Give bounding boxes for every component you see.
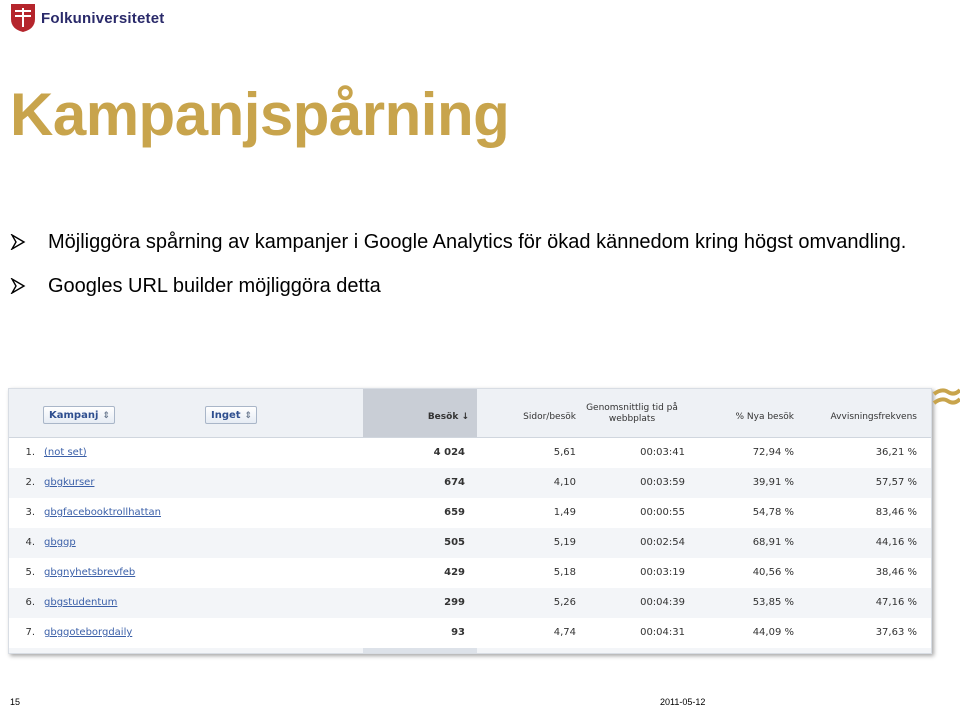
avg-time-value: 00:04:31 [640,627,685,638]
arrowhead-bullet-icon [10,228,48,258]
new-visits-value: 44,09 % [752,627,794,638]
visits-value: 429 [444,567,465,578]
avg-time-value: 00:00:55 [640,507,685,518]
visits-value: 4 024 [433,447,465,458]
bullet-text: Möjliggöra spårning av kampanjer i Googl… [48,231,907,253]
header-pages[interactable]: Sidor/besök [489,412,576,423]
sort-down-arrow-icon: ↓ [461,412,469,422]
avg-time-value: 00:04:39 [640,597,685,608]
header-new-visits[interactable]: % Nya besök [699,412,794,423]
header-visits-label: Besök [427,412,459,422]
bullet-text: Googles URL builder möjliggöra detta [48,275,381,297]
campaign-link[interactable]: (not set) [44,447,87,459]
dimension-select-label: Kampanj [49,410,99,421]
bullet-item: Möjliggöra spårning av kampanjer i Googl… [10,228,910,258]
header-avg-time-line1: Genomsnittlig tid på [586,403,678,413]
header-bounce-rate[interactable]: Avvisningsfrekvens [799,412,917,423]
campaign-link[interactable]: gbgnyhetsbrevfeb [44,567,135,579]
row-number: 2. [25,477,35,488]
table-row: 5. gbgnyhetsbrevfeb 429 5,18 00:03:19 40… [9,558,931,589]
row-number: 4. [25,537,35,548]
bullet-list: Möjliggöra spårning av kampanjer i Googl… [10,228,910,316]
slide-date: 2011-05-12 [660,697,706,707]
select-chevron-icon: ⇕ [244,411,252,421]
bounce-rate-value: 36,21 % [875,447,917,458]
secondary-dimension-select[interactable]: Inget ⇕ [205,406,257,424]
pages-value: 5,61 [553,447,576,458]
table-row: 6. gbgstudentum 299 5,26 00:04:39 53,85 … [9,588,931,619]
table-row: 4. gbggp 505 5,19 00:02:54 68,91 % 44,16… [9,528,931,559]
dimension-select[interactable]: Kampanj ⇕ [43,406,115,424]
campaign-link[interactable]: gbgkurser [44,477,94,489]
visits-value: 93 [451,627,465,638]
bounce-rate-value: 57,57 % [875,477,917,488]
new-visits-value: 54,78 % [752,507,794,518]
row-number: 7. [25,627,35,638]
pages-value: 1,49 [553,507,576,518]
visits-value: 659 [444,507,465,518]
header-avg-time-line2: webbplats [608,414,656,424]
row-number: 6. [25,597,35,608]
new-visits-value: 72,94 % [752,447,794,458]
visits-value: 674 [444,477,465,488]
brand-name: Folkuniversitetet [41,9,165,27]
avg-time-value: 00:03:19 [640,567,685,578]
avg-time-value: 00:03:41 [640,447,685,458]
campaign-link[interactable]: gbgfacebooktrollhattan [44,507,161,519]
select-chevron-icon: ⇕ [102,411,110,421]
header-visits[interactable]: Besök ↓ [389,412,469,423]
new-visits-value: 68,91 % [752,537,794,548]
new-visits-value: 40,56 % [752,567,794,578]
table-header: Kampanj ⇕ Inget ⇕ Besök ↓ Sidor/besök Ge… [9,389,931,438]
row-number: 5. [25,567,35,578]
page-number: 15 [10,697,21,707]
new-visits-value: 53,85 % [752,597,794,608]
pages-value: 4,74 [553,627,576,638]
bounce-rate-value: 37,63 % [875,627,917,638]
pages-value: 5,19 [553,537,576,548]
campaign-link[interactable]: gbggoteborgdaily [44,627,132,639]
pages-value: 5,26 [553,597,576,608]
bullet-item: Googles URL builder möjliggöra detta [10,272,910,302]
decorative-wave-icon [932,388,960,405]
table-row: 7. gbggoteborgdaily 93 4,74 00:04:31 44,… [9,618,931,648]
campaign-link[interactable]: gbgstudentum [44,597,117,609]
visits-value: 505 [444,537,465,548]
arrowhead-bullet-icon [10,272,48,302]
header-avg-time[interactable]: Genomsnittlig tid på webbplats [579,403,685,425]
pages-value: 4,10 [553,477,576,488]
table-row: 1. (not set) 4 024 5,61 00:03:41 72,94 %… [9,438,931,469]
row-number: 3. [25,507,35,518]
analytics-campaign-table: Kampanj ⇕ Inget ⇕ Besök ↓ Sidor/besök Ge… [8,388,932,654]
table-row: 3. gbgfacebooktrollhattan 659 1,49 00:00… [9,498,931,529]
folkuniversitetet-logo-mark [11,4,35,32]
bounce-rate-value: 83,46 % [875,507,917,518]
table-row: 2. gbgkurser 674 4,10 00:03:59 39,91 % 5… [9,468,931,499]
bounce-rate-value: 47,16 % [875,597,917,608]
bounce-rate-value: 44,16 % [875,537,917,548]
folkuniversitetet-logo: Folkuniversitetet [10,3,164,33]
campaign-link[interactable]: gbggp [44,537,76,549]
avg-time-value: 00:02:54 [640,537,685,548]
avg-time-value: 00:03:59 [640,477,685,488]
new-visits-value: 39,91 % [752,477,794,488]
bounce-rate-value: 38,46 % [875,567,917,578]
secondary-select-label: Inget [211,410,241,421]
slide-title: Kampanjspårning [10,81,510,148]
visits-value: 299 [444,597,465,608]
pages-value: 5,18 [553,567,576,578]
row-number: 1. [25,447,35,458]
